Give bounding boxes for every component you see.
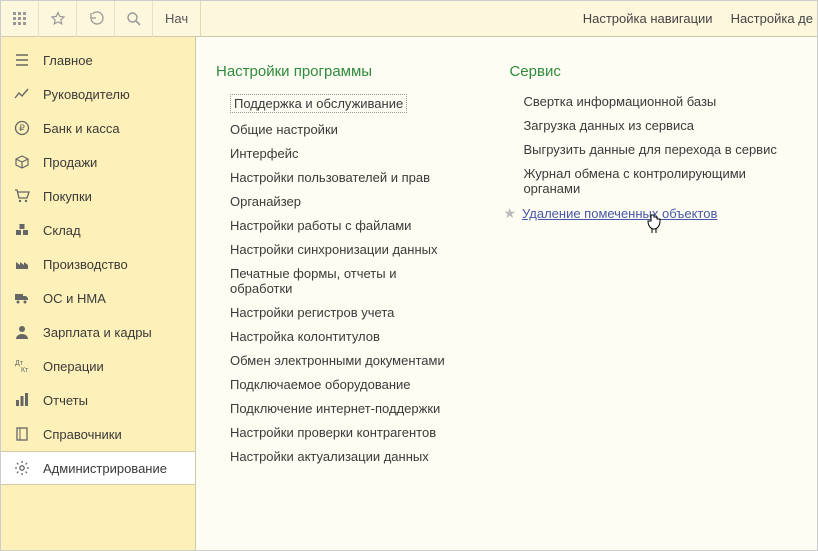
link-peripherals[interactable]: Подключаемое оборудование xyxy=(230,377,461,392)
action-settings-link[interactable]: Настройка де xyxy=(731,11,813,26)
apps-icon[interactable] xyxy=(1,1,39,37)
link-organizer[interactable]: Органайзер xyxy=(230,194,461,209)
report-icon xyxy=(13,391,31,409)
gear-icon xyxy=(13,459,31,477)
book-icon xyxy=(13,425,31,443)
sidebar-item-catalogs[interactable]: Справочники xyxy=(1,417,195,451)
sidebar-item-label: Главное xyxy=(43,53,93,68)
sidebar-item-label: Отчеты xyxy=(43,393,88,408)
link-counterparty-check[interactable]: Настройки проверки контрагентов xyxy=(230,425,461,440)
sidebar-item-bank[interactable]: ₽ Банк и касса xyxy=(1,111,195,145)
sidebar-item-label: Производство xyxy=(43,257,128,272)
sidebar-item-admin[interactable]: Администрирование xyxy=(1,451,195,485)
sidebar-item-label: ОС и НМА xyxy=(43,291,106,306)
sidebar-item-assets[interactable]: ОС и НМА xyxy=(1,281,195,315)
star-icon: ★ xyxy=(503,205,516,222)
tab-start[interactable]: Нач xyxy=(153,1,201,37)
search-icon[interactable] xyxy=(115,1,153,37)
sidebar-item-operations[interactable]: ДтКт Операции xyxy=(1,349,195,383)
link-export-to-service[interactable]: Выгрузить данные для перехода в сервис xyxy=(523,142,805,157)
chart-icon xyxy=(13,85,31,103)
link-users-rights[interactable]: Настройки пользователей и прав xyxy=(230,170,461,185)
link-header-footer[interactable]: Настройка колонтитулов xyxy=(230,329,461,344)
link-edoc-exchange[interactable]: Обмен электронными документами xyxy=(230,353,461,368)
star-icon[interactable] xyxy=(39,1,77,37)
link-interface[interactable]: Интерфейс xyxy=(230,146,461,161)
factory-icon xyxy=(13,255,31,273)
sidebar-item-label: Руководителю xyxy=(43,87,130,102)
link-data-update[interactable]: Настройки актуализации данных xyxy=(230,449,461,464)
link-print-forms[interactable]: Печатные формы, отчеты и обработки xyxy=(230,266,461,296)
history-icon[interactable] xyxy=(77,1,115,37)
link-db-collapse[interactable]: Свертка информационной базы xyxy=(523,94,805,109)
truck-icon xyxy=(13,289,31,307)
sidebar-item-label: Зарплата и кадры xyxy=(43,325,152,340)
link-register-settings[interactable]: Настройки регистров учета xyxy=(230,305,461,320)
sidebar: Главное Руководителю ₽ Банк и касса Прод… xyxy=(1,37,196,550)
sidebar-item-hr[interactable]: Зарплата и кадры xyxy=(1,315,195,349)
sidebar-item-manager[interactable]: Руководителю xyxy=(1,77,195,111)
sidebar-item-sales[interactable]: Продажи xyxy=(1,145,195,179)
ruble-icon: ₽ xyxy=(13,119,31,137)
sidebar-item-main[interactable]: Главное xyxy=(1,43,195,77)
svg-text:Дт: Дт xyxy=(15,360,24,367)
person-icon xyxy=(13,323,31,341)
sidebar-item-label: Склад xyxy=(43,223,81,238)
warehouse-icon xyxy=(13,221,31,239)
link-sync-settings[interactable]: Настройки синхронизации данных xyxy=(230,242,461,257)
topbar: Нач Настройка навигации Настройка де xyxy=(1,1,817,37)
link-general-settings[interactable]: Общие настройки xyxy=(230,122,461,137)
ops-icon: ДтКт xyxy=(13,357,31,375)
svg-text:₽: ₽ xyxy=(19,123,25,133)
menu-icon xyxy=(13,51,31,69)
sidebar-item-reports[interactable]: Отчеты xyxy=(1,383,195,417)
sidebar-item-label: Администрирование xyxy=(43,461,167,476)
sidebar-item-purchases[interactable]: Покупки xyxy=(1,179,195,213)
link-load-from-service[interactable]: Загрузка данных из сервиса xyxy=(523,118,805,133)
section-title-service: Сервис xyxy=(509,63,805,80)
sidebar-item-label: Справочники xyxy=(43,427,122,442)
sidebar-item-label: Операции xyxy=(43,359,104,374)
link-delete-marked[interactable]: Удаление помеченных объектов xyxy=(522,206,717,221)
content-area: Настройки программы Поддержка и обслужив… xyxy=(196,37,817,550)
sidebar-item-label: Покупки xyxy=(43,189,92,204)
link-file-settings[interactable]: Настройки работы с файлами xyxy=(230,218,461,233)
sidebar-item-production[interactable]: Производство xyxy=(1,247,195,281)
section-title-program-settings: Настройки программы xyxy=(216,63,461,80)
sidebar-item-warehouse[interactable]: Склад xyxy=(1,213,195,247)
sidebar-item-label: Продажи xyxy=(43,155,97,170)
cart-icon xyxy=(13,187,31,205)
link-exchange-log[interactable]: Журнал обмена с контролирующими органами xyxy=(523,166,805,196)
nav-settings-link[interactable]: Настройка навигации xyxy=(583,11,713,26)
link-support[interactable]: Поддержка и обслуживание xyxy=(230,94,407,113)
svg-text:Кт: Кт xyxy=(21,367,29,374)
sidebar-item-label: Банк и касса xyxy=(43,121,120,136)
package-icon xyxy=(13,153,31,171)
link-internet-support[interactable]: Подключение интернет-поддержки xyxy=(230,401,461,416)
